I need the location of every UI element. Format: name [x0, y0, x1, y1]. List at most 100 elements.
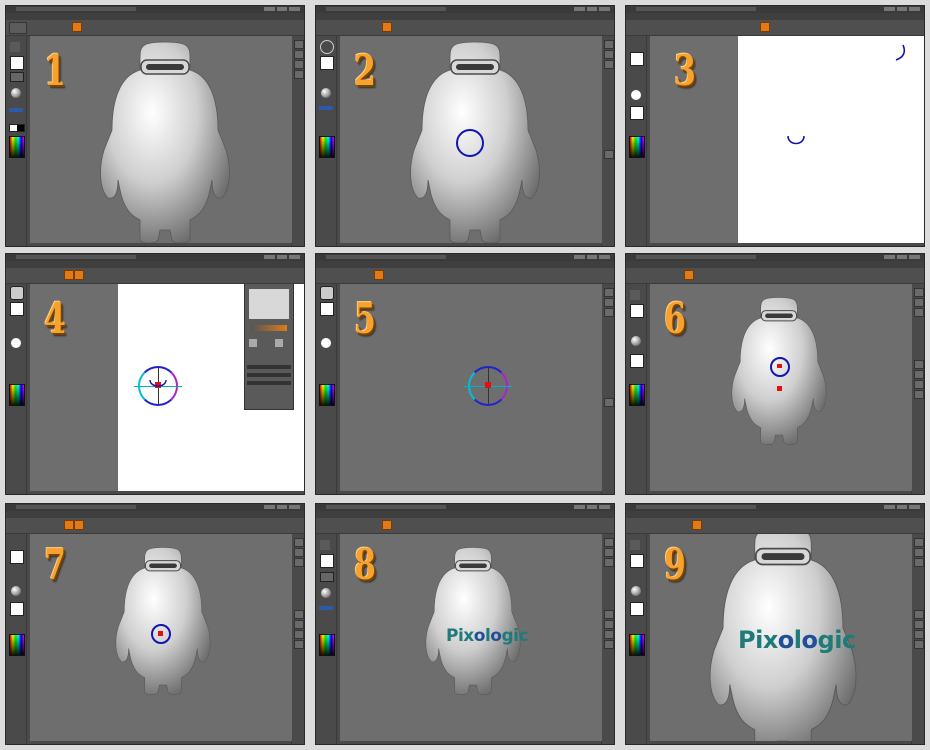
floating-tool-panel[interactable]	[244, 284, 294, 410]
menu-bar[interactable]	[6, 511, 304, 518]
draw-mode-button[interactable]	[382, 22, 392, 32]
canvas[interactable]: 7	[30, 534, 292, 741]
move-mode-button[interactable]	[74, 520, 84, 530]
draw-mode-button[interactable]	[760, 22, 770, 32]
material-sphere-icon[interactable]	[11, 88, 21, 98]
menu-bar[interactable]	[6, 261, 304, 268]
brush-icon[interactable]	[630, 540, 640, 550]
pixologic-logo: Pixologic	[446, 626, 529, 646]
brush-icon[interactable]	[320, 540, 330, 550]
canvas[interactable]: 5	[340, 284, 602, 491]
toolbar	[316, 268, 614, 284]
brush-icon[interactable]	[630, 290, 640, 300]
texture-icon[interactable]	[10, 602, 24, 616]
canvas[interactable]: 1	[30, 36, 292, 243]
color-palette-icon[interactable]	[9, 136, 25, 158]
left-tray	[6, 284, 27, 494]
color-palette-icon[interactable]	[9, 634, 25, 656]
stroke-arc-bottom	[787, 135, 805, 145]
color-palette-icon[interactable]	[9, 384, 25, 406]
toolbar	[316, 20, 614, 36]
canvas[interactable]: Pixologic 8	[340, 534, 602, 741]
stroke-icon[interactable]	[630, 52, 644, 66]
circle-brush-icon[interactable]	[320, 40, 334, 54]
stroke-icon[interactable]	[10, 302, 24, 316]
stroke-icon[interactable]	[320, 56, 334, 70]
alpha-icon[interactable]	[10, 72, 24, 82]
material-sphere-icon[interactable]	[631, 90, 641, 100]
texture-icon[interactable]	[630, 354, 644, 368]
material-sphere-icon[interactable]	[321, 88, 331, 98]
document-area[interactable]	[738, 36, 924, 243]
menu-bar[interactable]	[316, 261, 614, 268]
draw-mode-button[interactable]	[72, 22, 82, 32]
draw-mode-button[interactable]	[64, 270, 74, 280]
step-number: 5	[354, 294, 376, 343]
menu-bar[interactable]	[626, 511, 924, 518]
texture-icon[interactable]	[630, 602, 644, 616]
material-sphere-icon[interactable]	[11, 338, 21, 348]
canvas[interactable]: 4	[30, 284, 304, 491]
color-swatch-icon[interactable]	[9, 124, 25, 132]
stroke-icon[interactable]	[320, 302, 334, 316]
left-tray	[316, 36, 337, 246]
canvas[interactable]: Pixologic 9	[650, 534, 912, 741]
menu-bar[interactable]	[316, 511, 614, 518]
move-mode-button[interactable]	[74, 270, 84, 280]
material-sphere-icon[interactable]	[321, 338, 331, 348]
brush-icon[interactable]	[10, 286, 24, 300]
step-panel-6: 6	[625, 253, 925, 495]
toolbar	[6, 518, 304, 534]
texture-icon[interactable]	[319, 606, 333, 610]
color-palette-icon[interactable]	[629, 384, 645, 406]
color-palette-icon[interactable]	[319, 634, 335, 656]
draw-mode-button[interactable]	[684, 270, 694, 280]
step-panel-7: 7	[5, 503, 305, 745]
color-palette-icon[interactable]	[319, 384, 335, 406]
step-number: 8	[354, 540, 376, 589]
color-palette-icon[interactable]	[629, 634, 645, 656]
material-sphere-icon[interactable]	[631, 586, 641, 596]
material-sphere-icon[interactable]	[11, 586, 21, 596]
texture-icon[interactable]	[319, 106, 333, 110]
right-tray	[601, 284, 614, 494]
canvas[interactable]: 6	[650, 284, 912, 491]
marker-upper	[777, 364, 782, 368]
draw-mode-button[interactable]	[692, 520, 702, 530]
step-number: 1	[44, 46, 66, 95]
menu-bar[interactable]	[6, 13, 304, 20]
tutorial-grid: 1 2 3 4 5 6 7 Pixologic 8 Pixologic 9	[0, 0, 930, 750]
stroke-circle	[456, 129, 484, 157]
draw-mode-button[interactable]	[64, 520, 74, 530]
material-sphere-icon[interactable]	[321, 588, 331, 598]
projection-master-button[interactable]	[9, 22, 27, 34]
canvas[interactable]: 3	[650, 36, 924, 243]
step-number: 9	[664, 540, 686, 589]
alpha-icon[interactable]	[320, 572, 334, 582]
color-palette-icon[interactable]	[319, 136, 335, 158]
stroke-icon[interactable]	[320, 554, 334, 568]
stroke-icon[interactable]	[630, 554, 644, 568]
menu-bar[interactable]	[316, 13, 614, 20]
stroke-icon[interactable]	[10, 550, 24, 564]
color-palette-icon[interactable]	[629, 136, 645, 158]
stroke-icon[interactable]	[630, 304, 644, 318]
texture-icon[interactable]	[630, 106, 644, 120]
canvas[interactable]: 2	[340, 36, 602, 243]
texture-icon[interactable]	[9, 108, 23, 112]
toolbar	[6, 20, 304, 36]
stroke-arc	[149, 379, 167, 387]
brush-icon[interactable]	[10, 42, 20, 52]
brush-icon[interactable]	[320, 286, 334, 300]
material-sphere-icon[interactable]	[631, 336, 641, 346]
menu-bar[interactable]	[626, 261, 924, 268]
left-tray	[626, 36, 647, 246]
character-figure	[425, 547, 521, 695]
stroke-icon[interactable]	[10, 56, 24, 70]
stroke-arc-top	[895, 44, 906, 61]
draw-mode-button[interactable]	[382, 520, 392, 530]
step-number: 6	[664, 294, 686, 343]
step-number: 7	[44, 540, 66, 589]
draw-mode-button[interactable]	[374, 270, 384, 280]
menu-bar[interactable]	[626, 13, 924, 20]
